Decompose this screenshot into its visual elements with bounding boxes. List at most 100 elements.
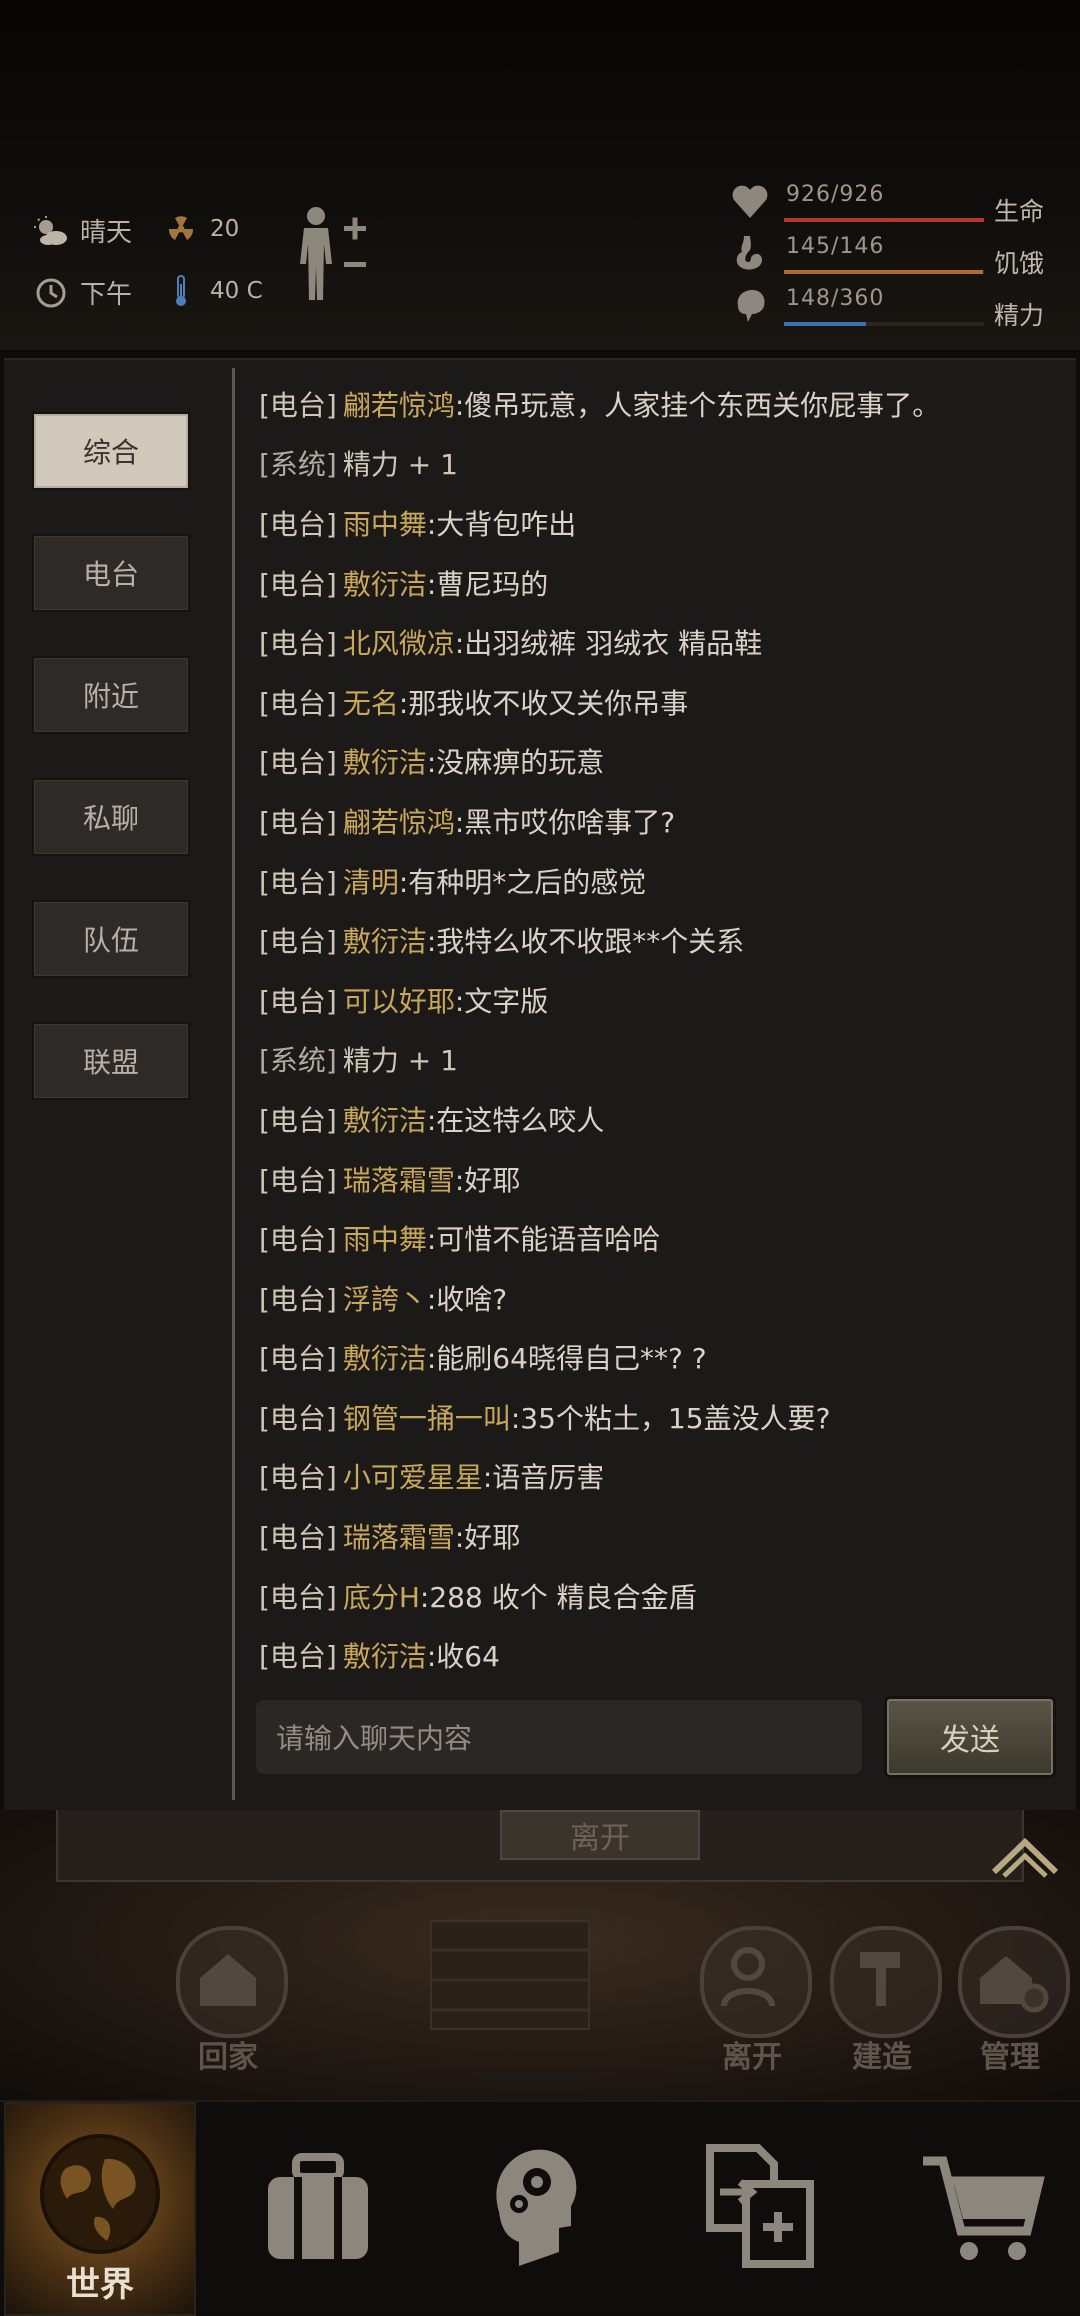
thermometer-icon: [164, 274, 198, 308]
chat-message: [电台] 敷衍洁:能刷64晓得自己**? ?: [259, 1328, 1059, 1388]
energy-label: 精力: [994, 301, 1045, 330]
chat-message: [电台] 清明:有种明*之后的感觉: [259, 851, 1059, 911]
channel-tag: [电台]: [259, 627, 337, 661]
backpack-icon: [268, 2153, 368, 2259]
tab-radio[interactable]: 电台: [32, 534, 190, 612]
nav-shop[interactable]: [886, 2102, 1078, 2312]
chat-message: [电台] 无名:那我收不收又关你吊事: [259, 672, 1059, 732]
radiation-value: 20: [210, 216, 240, 242]
sender-name[interactable]: 底分H: [343, 1576, 420, 1616]
chat-input[interactable]: 请输入聊天内容: [256, 1700, 862, 1774]
vital-energy: 148/360 精力: [730, 282, 1060, 334]
nav-world[interactable]: 世界: [4, 2102, 196, 2316]
leave-button[interactable]: [700, 1926, 812, 2038]
manage-button[interactable]: [958, 1926, 1070, 2038]
channel-tag: [电台]: [259, 746, 337, 780]
health-value: 926/926: [786, 182, 885, 207]
tab-private[interactable]: 私聊: [32, 778, 190, 856]
channel-tag: [电台]: [259, 1223, 337, 1257]
build-button[interactable]: [830, 1926, 942, 2038]
message-text: 精力 + 1: [342, 1044, 458, 1078]
message-text: :傻吊玩意，人家挂个东西关你屁事了。: [454, 388, 941, 422]
sender-name[interactable]: 清明: [343, 861, 399, 901]
channel-tag: [电台]: [259, 1342, 337, 1376]
channel-tag: [电台]: [259, 1580, 337, 1614]
leave-top-button[interactable]: 离开: [500, 1810, 700, 1860]
channel-tag: [电台]: [259, 686, 337, 720]
temperature-value: 40 C: [210, 278, 263, 304]
sender-name[interactable]: 北风微凉: [343, 622, 455, 662]
nav-trade[interactable]: [664, 2102, 856, 2312]
tab-alliance[interactable]: 联盟: [32, 1022, 190, 1100]
home-button[interactable]: [176, 1926, 288, 2038]
message-text: :好耶: [454, 1521, 521, 1555]
channel-tag: [电台]: [259, 1461, 337, 1495]
sender-name[interactable]: 敷衍洁: [343, 741, 427, 781]
chat-message-list[interactable]: [电台] 翩若惊鸿:傻吊玩意，人家挂个东西关你屁事了。 [系统] 精力 + 1 [电台]…: [259, 374, 1059, 1674]
leave-label: 离开: [722, 2040, 782, 2075]
message-text: :文字版: [454, 984, 549, 1018]
chat-message: [电台] 底分H:288 收个 精良合金盾: [259, 1566, 1059, 1626]
channel-tag: [电台]: [259, 1401, 337, 1435]
home-label: 回家: [198, 2040, 258, 2075]
sender-name[interactable]: 雨中舞: [343, 503, 427, 543]
sender-name[interactable]: 敷衍洁: [343, 1099, 427, 1139]
message-text: :在这特么咬人: [426, 1103, 605, 1137]
bottom-nav: 世界: [0, 2100, 1080, 2316]
channel-tag: [电台]: [259, 388, 337, 422]
sender-name[interactable]: 瑞落霜雪: [343, 1159, 455, 1199]
radiation-stat: 20: [164, 212, 239, 246]
chat-panel: 综合 电台 附近 私聊 队伍 联盟 [电台] 翩若惊鸿:傻吊玩意，人家挂个东西关你…: [4, 358, 1076, 1812]
sender-name[interactable]: 雨中舞: [343, 1218, 427, 1258]
nav-skills[interactable]: [438, 2102, 630, 2312]
sun-cloud-icon: [34, 214, 68, 248]
sender-name[interactable]: 敷衍洁: [343, 563, 427, 603]
body-status-button[interactable]: [292, 204, 372, 304]
message-text: :曹尼玛的: [426, 567, 549, 601]
weather-text: 晴天: [80, 218, 133, 248]
message-text: :收啥?: [426, 1282, 508, 1316]
sender-name[interactable]: 翩若惊鸿: [343, 801, 455, 841]
scene-top-strip: 离开: [56, 1810, 1024, 1882]
chat-message: [电台] 敷衍洁:在这特么咬人: [259, 1089, 1059, 1149]
sender-name[interactable]: 可以好耶: [343, 980, 455, 1020]
chat-message: [电台] 雨中舞:可惜不能语音哈哈: [259, 1208, 1059, 1268]
sender-name[interactable]: 敷衍洁: [343, 920, 427, 960]
chat-message: [电台] 雨中舞:大背包咋出: [259, 493, 1059, 553]
message-text: :35个粘土，15盖没人要?: [510, 1401, 831, 1435]
tab-nearby[interactable]: 附近: [32, 656, 190, 734]
chat-message: [电台] 敷衍洁:没麻痹的玩意: [259, 732, 1059, 792]
sender-name[interactable]: 瑞落霜雪: [343, 1516, 455, 1556]
message-text: :我特么收不收跟**个关系: [426, 925, 745, 959]
channel-tag: [电台]: [259, 1163, 337, 1197]
skills-icon: [496, 2149, 577, 2266]
temperature-stat: 40 C: [164, 274, 263, 308]
tab-team[interactable]: 队伍: [32, 900, 190, 978]
time-stat: 下午: [34, 274, 132, 311]
sender-name[interactable]: 无名: [343, 682, 399, 722]
chevron-up-icon[interactable]: [990, 1830, 1060, 1880]
chat-message: [电台] 敷衍洁:收64: [259, 1625, 1059, 1674]
sender-name[interactable]: 敷衍洁: [343, 1635, 427, 1674]
message-text: :收64: [426, 1640, 500, 1674]
hunger-label: 饥饿: [994, 249, 1045, 278]
sender-name[interactable]: 翩若惊鸿: [343, 384, 455, 424]
hunger-value: 145/146: [786, 234, 885, 259]
tab-general[interactable]: 综合: [32, 412, 190, 490]
nav-world-label: 世界: [66, 2265, 134, 2305]
nav-backpack[interactable]: [222, 2102, 414, 2312]
sender-name[interactable]: 钢管一捅一叫: [343, 1397, 511, 1437]
sender-name[interactable]: 浮誇丶: [343, 1278, 427, 1318]
energy-value: 148/360: [786, 286, 885, 311]
message-text: :没麻痹的玩意: [426, 746, 605, 780]
chat-message: [系统] 精力 + 1: [259, 434, 1059, 494]
sender-name[interactable]: 小可爱星星: [343, 1456, 483, 1496]
time-text: 下午: [80, 280, 133, 310]
channel-tag: [电台]: [259, 1282, 337, 1316]
sender-name[interactable]: 敷衍洁: [343, 1337, 427, 1377]
send-button[interactable]: 发送: [884, 1696, 1056, 1778]
channel-tag: [系统]: [259, 1044, 337, 1078]
health-bar: [784, 218, 984, 222]
radiation-icon: [164, 212, 198, 246]
house-icon: [200, 1954, 256, 2006]
